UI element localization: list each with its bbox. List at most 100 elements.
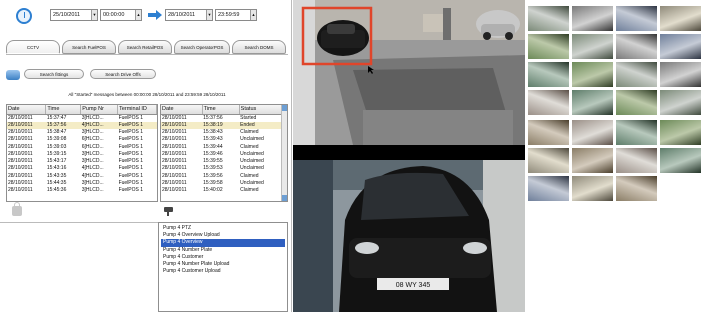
status-table[interactable]: Date Time Status 28/10/2011 15:37:56 Start…	[160, 104, 288, 202]
camera-thumbnail[interactable]	[527, 89, 570, 116]
camera-thumbnail[interactable]	[615, 175, 658, 202]
search-fittings-button[interactable]: Search fittings	[24, 69, 84, 79]
transactions-table[interactable]: Date Time Pump Nr Terminal ID 28/10/2011…	[6, 104, 158, 202]
event-list-item[interactable]: Pump 4 Number Plate Upload	[161, 261, 285, 268]
table-cell: 15:38:43	[203, 128, 223, 135]
table-cell: FuelPOS 1	[118, 136, 144, 143]
table-row[interactable]: 28/10/2011 15:39:08 6[HLCD... FuelPOS 1	[7, 136, 157, 143]
table-row[interactable]: 28/10/2011 15:43:16 4[HLCD... FuelPOS 1	[7, 165, 157, 172]
table-row[interactable]: 28/10/2011 15:45:36 3[HLCD... FuelPOS 1	[7, 187, 157, 194]
camera-thumbnail[interactable]	[571, 89, 614, 116]
camera-thumbnail[interactable]	[659, 33, 702, 60]
tab-search-operatorpos[interactable]: Search OperatorPOS	[174, 40, 230, 54]
camera-thumbnail[interactable]	[571, 175, 614, 202]
camera-thumbnail[interactable]	[659, 119, 702, 146]
table-row[interactable]: 28/10/2011 15:39:56 Claimed	[161, 173, 287, 180]
search-drive-offs-button[interactable]: Search Drive Offs	[90, 69, 156, 79]
tab-search-retailpos[interactable]: Search RetailPOS	[118, 40, 172, 54]
time-spinner-icon[interactable]: ▲	[250, 10, 256, 20]
camera-thumbnail[interactable]	[527, 175, 570, 202]
tab-search-doms[interactable]: Search DOMS	[232, 40, 286, 54]
table-row[interactable]: 28/10/2011 15:37:47 3[HLCD... FuelPOS 1	[7, 114, 157, 122]
tab-label: Search RetailPOS	[126, 45, 164, 50]
start-time-field[interactable]: 00:00:00 ▲	[100, 9, 142, 21]
table-cell: Started	[240, 114, 257, 121]
table-cell: 15:39:55	[203, 158, 223, 165]
event-list-item[interactable]: Pump 4 Customer Upload	[161, 268, 285, 275]
table-row[interactable]: 28/10/2011 15:38:43 Claimed	[161, 129, 287, 136]
table-row[interactable]: 28/10/2011 15:39:58 Unclaimed	[161, 180, 287, 187]
table-cell: 28/10/2011	[8, 158, 33, 165]
table-row[interactable]: 28/10/2011 15:44:35 3[HLCD... FuelPOS 1	[7, 180, 157, 187]
start-date-field[interactable]: 25/10/2011 ▼	[50, 9, 98, 21]
end-time-value: 23:59:59	[218, 12, 240, 18]
table-cell: 3[HLCD...	[81, 128, 104, 135]
table-row[interactable]: 28/10/2011 15:39:44 Claimed	[161, 143, 287, 150]
number-plate-camera-view[interactable]: 08 WY 345	[293, 160, 525, 312]
scroll-down-icon[interactable]	[282, 195, 287, 201]
camera-thumbnail[interactable]	[527, 33, 570, 60]
calendar-dropdown-icon[interactable]: ▼	[206, 10, 212, 20]
table-row[interactable]: 28/10/2011 15:43:35 4[HLCD... FuelPOS 1	[7, 173, 157, 180]
camera-icon[interactable]	[164, 207, 173, 216]
camera-thumbnail[interactable]	[571, 33, 614, 60]
column-header[interactable]: Pump Nr	[80, 105, 119, 115]
column-header[interactable]: Date	[7, 105, 47, 115]
table-row[interactable]: 28/10/2011 15:39:15 3[HLCD... FuelPOS 1	[7, 151, 157, 158]
camera-thumbnail[interactable]	[571, 147, 614, 174]
camera-thumbnail[interactable]	[659, 147, 702, 174]
vertical-scrollbar[interactable]	[281, 105, 287, 201]
time-spinner-icon[interactable]: ▲	[135, 10, 141, 20]
camera-thumbnail[interactable]	[659, 5, 702, 32]
table-row[interactable]: 28/10/2011 15:39:03 6[HLCD... FuelPOS 1	[7, 143, 157, 150]
camera-thumbnail[interactable]	[615, 89, 658, 116]
end-date-field[interactable]: 28/10/2011 ▼	[165, 9, 213, 21]
camera-thumbnail[interactable]	[615, 33, 658, 60]
table-row[interactable]: 28/10/2011 15:39:46 Unclaimed	[161, 151, 287, 158]
column-header[interactable]: Status	[239, 105, 287, 115]
table-cell: FuelPOS 1	[118, 143, 144, 150]
tab-search-fuelpos[interactable]: Search FuelPOS	[62, 40, 116, 54]
lock-icon[interactable]	[12, 202, 22, 216]
overview-camera-view[interactable]	[293, 0, 525, 145]
table-row[interactable]: 28/10/2011 15:39:43 Unclaimed	[161, 136, 287, 143]
camera-thumbnail[interactable]	[615, 5, 658, 32]
table-row[interactable]: 28/10/2011 15:37:56 Started	[161, 114, 287, 122]
search-panel: 25/10/2011 ▼ 00:00:00 ▲ 28/10/2011 ▼ 23:…	[0, 0, 292, 312]
camera-thumbnail[interactable]	[527, 5, 570, 32]
camera-thumbnail[interactable]	[615, 147, 658, 174]
camera-thumbnail[interactable]	[527, 147, 570, 174]
table-row[interactable]: 28/10/2011 15:43:17 3[HLCD... FuelPOS 1	[7, 158, 157, 165]
table-row[interactable]: 28/10/2011 15:39:55 Unclaimed	[161, 158, 287, 165]
event-list-item[interactable]: Pump 4 Number Plate	[161, 247, 285, 254]
table-row[interactable]: 28/10/2011 15:40:02 Claimed	[161, 187, 287, 194]
camera-event-list[interactable]: Pump 4 PTZ Pump 4 Overview Upload Pump 4 O…	[158, 222, 288, 312]
camera-thumbnail[interactable]	[659, 61, 702, 88]
event-list-item[interactable]: Pump 4 PTZ	[161, 225, 285, 232]
table-row[interactable]: 28/10/2011 15:37:56 4[HLCD... FuelPOS 1	[7, 121, 157, 129]
column-header[interactable]: Time	[45, 105, 82, 115]
event-list-item[interactable]: Pump 4 Customer	[161, 254, 285, 261]
column-header[interactable]: Date	[161, 105, 203, 115]
camera-thumbnail[interactable]	[571, 5, 614, 32]
end-time-field[interactable]: 23:59:59 ▲	[215, 9, 257, 21]
event-list-item[interactable]: Pump 4 Overview	[161, 239, 285, 247]
tab-cctv[interactable]: CCTV	[6, 40, 60, 54]
table-row[interactable]: 28/10/2011 15:39:53 Unclaimed	[161, 165, 287, 172]
camera-thumbnail[interactable]	[571, 119, 614, 146]
camera-thumbnail[interactable]	[527, 119, 570, 146]
clock-icon[interactable]	[16, 8, 32, 24]
camera-thumbnail[interactable]	[527, 61, 570, 88]
table-row[interactable]: 28/10/2011 15:38:47 3[HLCD... FuelPOS 1	[7, 129, 157, 136]
scroll-up-icon[interactable]	[282, 105, 287, 111]
camera-thumbnail[interactable]	[659, 89, 702, 116]
event-list-item[interactable]: Pump 4 Overview Upload	[161, 232, 285, 239]
calendar-dropdown-icon[interactable]: ▼	[91, 10, 97, 20]
column-header[interactable]: Terminal ID	[117, 105, 157, 115]
table-cell: Claimed	[240, 172, 259, 179]
column-header[interactable]: Time	[202, 105, 240, 115]
camera-thumbnail[interactable]	[615, 61, 658, 88]
camera-thumbnail[interactable]	[615, 119, 658, 146]
camera-thumbnail[interactable]	[571, 61, 614, 88]
table-row[interactable]: 28/10/2011 15:38:19 Ended	[161, 121, 287, 129]
